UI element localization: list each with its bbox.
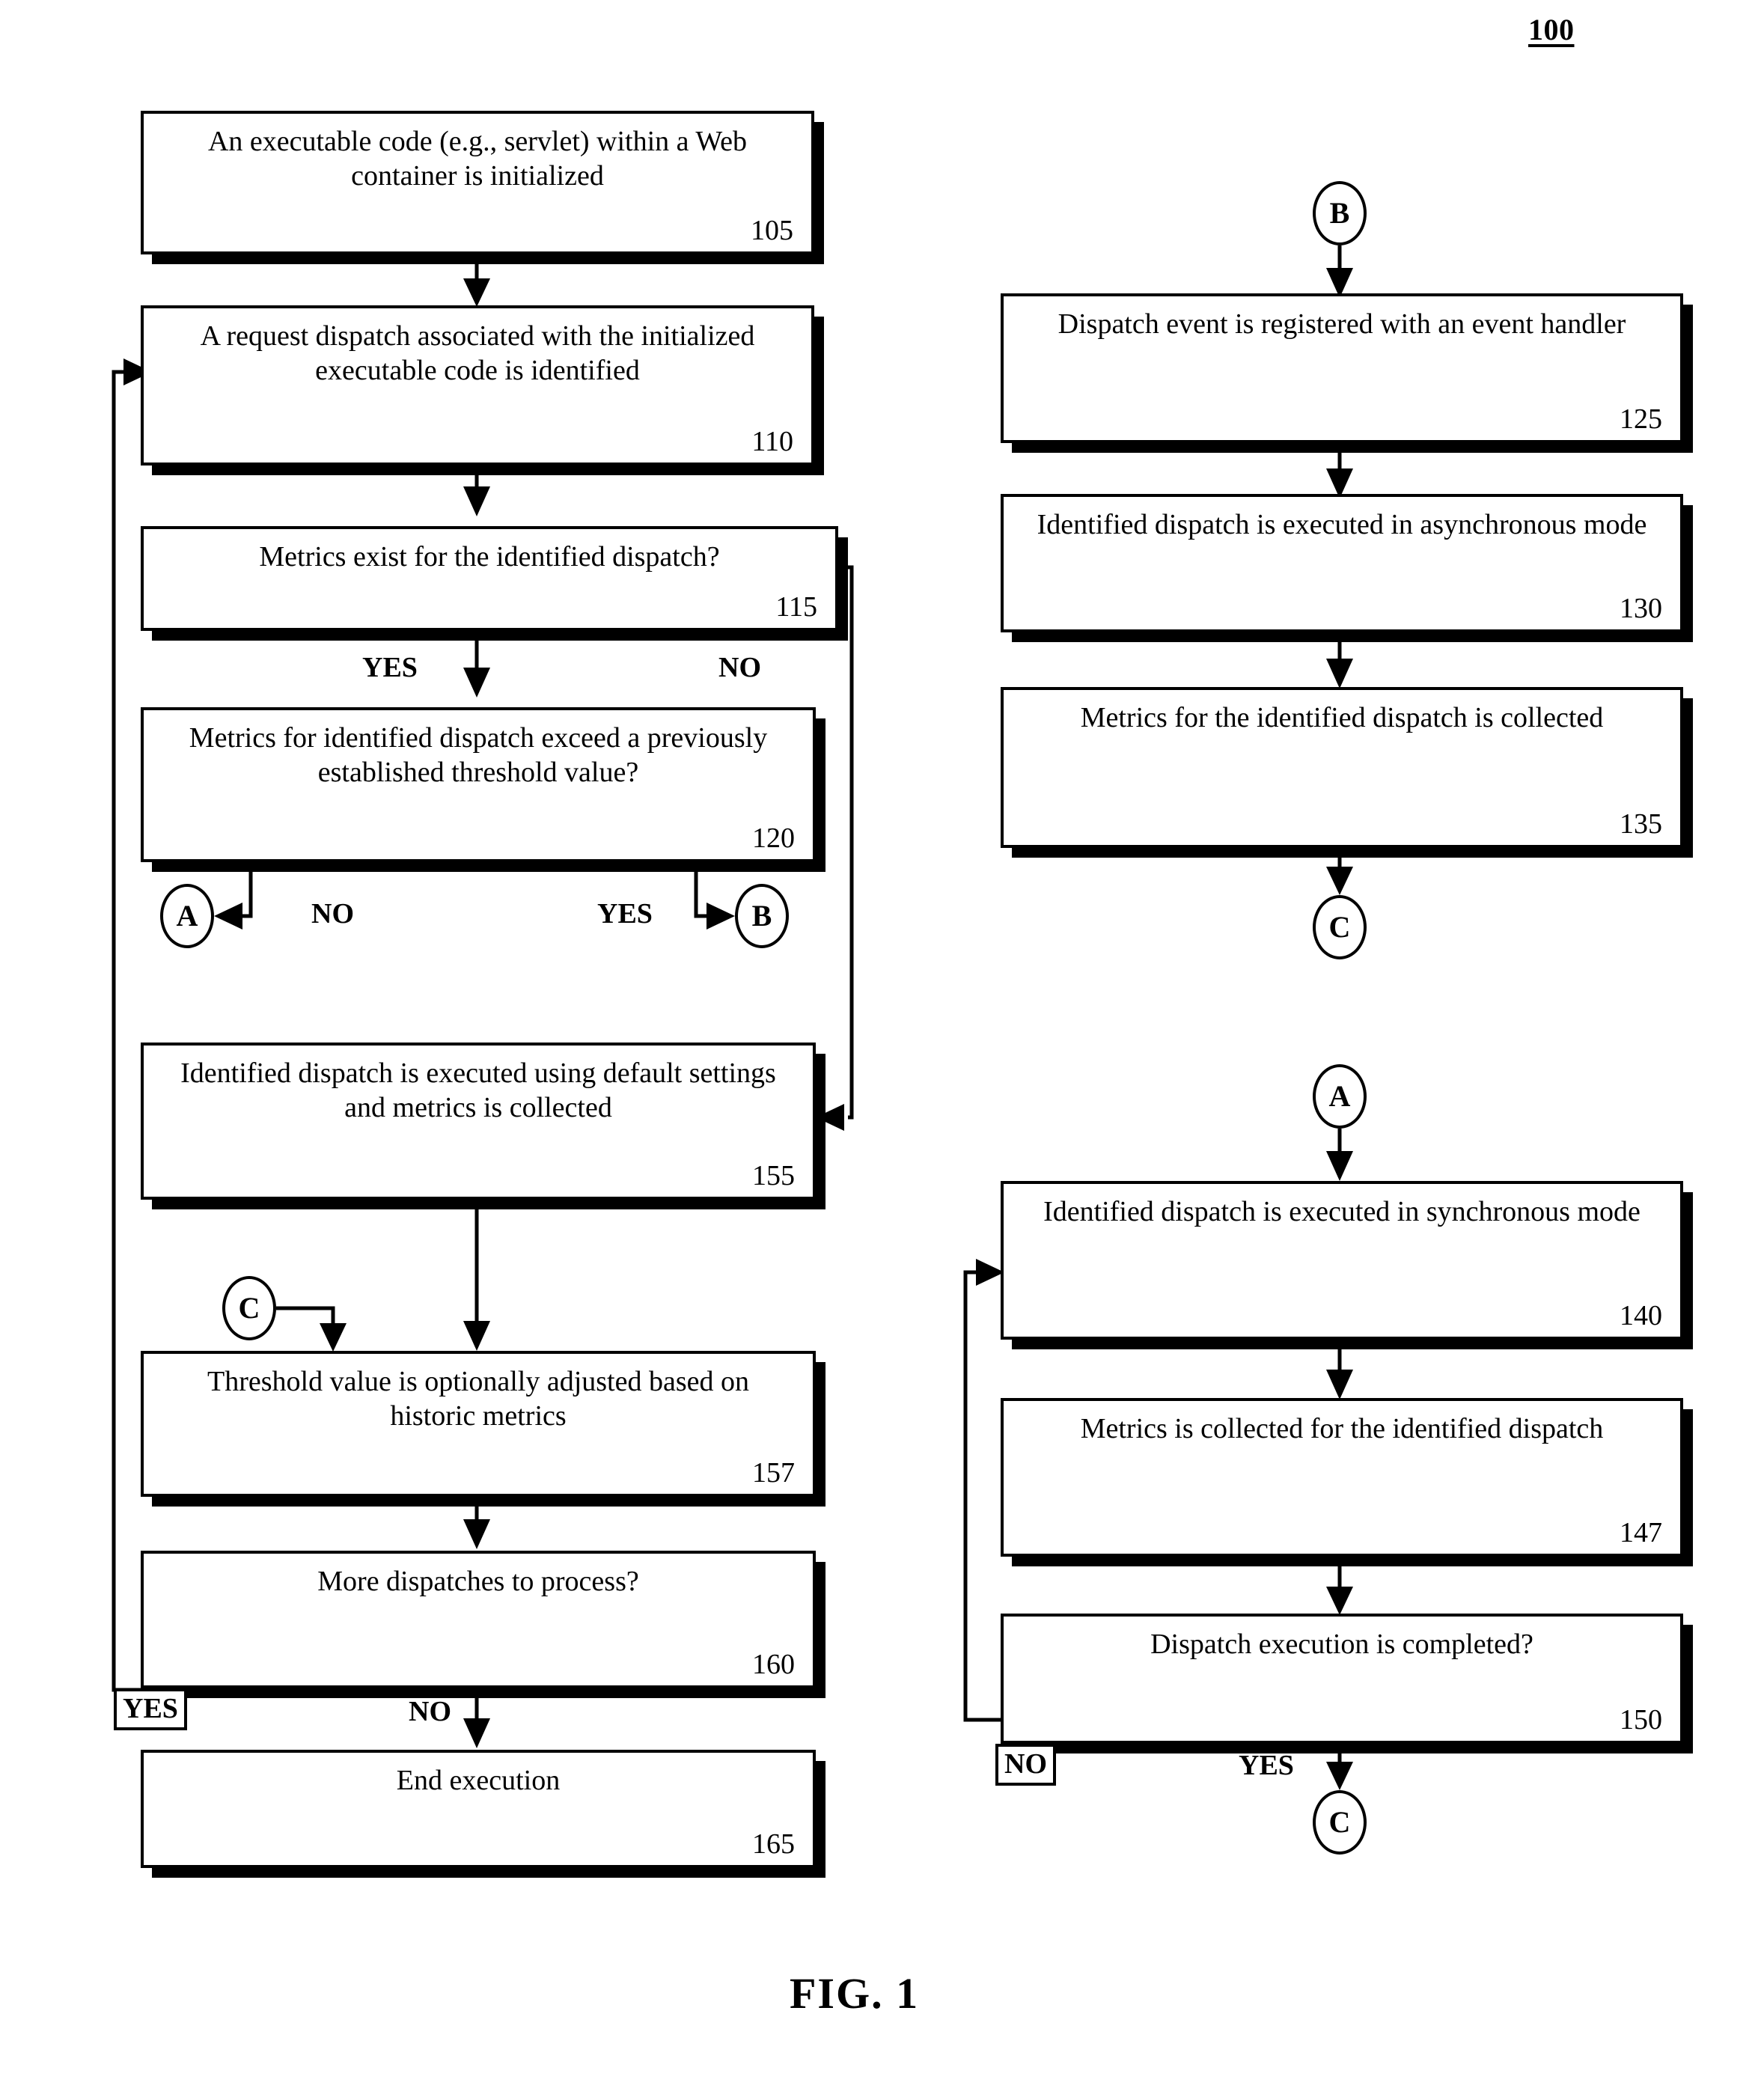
connector-b-top-right: B — [1313, 181, 1367, 245]
arrowhead-130-to-135 — [1326, 659, 1353, 689]
node-120: Metrics for identified dispatch exceed a… — [141, 707, 816, 862]
edge-label-120-no: NO — [311, 898, 354, 930]
connector-c-from-135-label: C — [1328, 910, 1351, 944]
node-150-number: 150 — [1620, 1704, 1662, 1736]
node-130-number: 130 — [1620, 593, 1662, 625]
node-135-text: Metrics for the identified dispatch is c… — [1080, 702, 1604, 733]
connector-c-into-157-label: C — [238, 1291, 260, 1325]
edge-label-150-yes: YES — [1239, 1750, 1294, 1781]
arrowhead-120-yes-to-b — [706, 903, 735, 930]
edge-115-no-to-155 — [840, 565, 854, 1120]
node-105: An executable code (e.g., servlet) withi… — [141, 111, 814, 254]
edge-label-115-no: NO — [718, 652, 761, 683]
connector-b-top-right-label: B — [1329, 196, 1350, 230]
edge-120-no-to-a — [232, 862, 253, 918]
patent-figure-1: 100 An executable code (e.g., servlet) w… — [0, 0, 1764, 2100]
arrowhead-c-to-157 — [320, 1323, 347, 1352]
node-160-text: More dispatches to process? — [317, 1566, 639, 1597]
node-150-text: Dispatch execution is completed? — [1150, 1629, 1533, 1660]
node-105-number: 105 — [751, 215, 793, 247]
connector-c-from-150: C — [1313, 1790, 1367, 1855]
connector-c-from-150-label: C — [1328, 1805, 1351, 1839]
node-140-number: 140 — [1620, 1300, 1662, 1332]
node-157-number: 157 — [752, 1457, 795, 1489]
node-140: Identified dispatch is executed in synch… — [1001, 1181, 1683, 1340]
connector-a-from-120-label: A — [176, 899, 198, 933]
node-115-text: Metrics exist for the identified dispatc… — [259, 541, 720, 573]
edge-label-160-no: NO — [409, 1696, 451, 1727]
arrowhead-110-to-115 — [463, 486, 490, 516]
edge-label-120-yes: YES — [597, 898, 653, 930]
edge-label-115-yes: YES — [362, 652, 418, 683]
arrowhead-135-to-c — [1326, 867, 1353, 895]
edge-c-to-157 — [276, 1306, 335, 1334]
connector-a-into-140-label: A — [1328, 1079, 1351, 1113]
node-150: Dispatch execution is completed? 150 — [1001, 1614, 1683, 1744]
arrowhead-115-to-120 — [463, 668, 490, 698]
node-110: A request dispatch associated with the i… — [141, 305, 814, 466]
arrowhead-105-to-110 — [463, 278, 490, 307]
node-115: Metrics exist for the identified dispatc… — [141, 526, 838, 631]
node-165-number: 165 — [752, 1828, 795, 1861]
edge-label-160-yes: YES — [114, 1688, 187, 1730]
node-157: Threshold value is optionally adjusted b… — [141, 1351, 816, 1497]
node-155-text: Identified dispatch is executed using de… — [180, 1057, 776, 1124]
node-147-number: 147 — [1620, 1517, 1662, 1549]
node-125-number: 125 — [1620, 403, 1662, 436]
arrowhead-115-no-to-155 — [816, 1104, 844, 1131]
connector-b-from-120-label: B — [751, 899, 772, 933]
node-130-text: Identified dispatch is executed in async… — [1037, 509, 1647, 540]
arrowhead-140-to-147 — [1326, 1370, 1353, 1400]
node-120-text: Metrics for identified dispatch exceed a… — [189, 722, 768, 789]
node-120-number: 120 — [752, 822, 795, 855]
node-105-text: An executable code (e.g., servlet) withi… — [207, 126, 748, 192]
edge-label-150-no: NO — [995, 1744, 1056, 1786]
node-110-text: A request dispatch associated with the i… — [200, 320, 755, 387]
node-125-text: Dispatch event is registered with an eve… — [1058, 308, 1626, 340]
node-155-number: 155 — [752, 1160, 795, 1192]
arrowhead-160-to-165 — [463, 1718, 490, 1748]
node-160-number: 160 — [752, 1649, 795, 1681]
figure-caption: FIG. 1 — [790, 1969, 920, 2018]
arrowhead-150-yes-to-c — [1326, 1762, 1353, 1790]
edge-120-yes-to-b — [694, 862, 717, 918]
node-147: Metrics is collected for the identified … — [1001, 1398, 1683, 1557]
figure-number: 100 — [1528, 13, 1575, 46]
node-157-text: Threshold value is optionally adjusted b… — [207, 1366, 749, 1432]
node-165-text: End execution — [396, 1765, 561, 1796]
connector-a-from-120: A — [160, 884, 214, 948]
arrowhead-155-to-157 — [463, 1321, 490, 1351]
node-130: Identified dispatch is executed in async… — [1001, 494, 1683, 632]
node-165: End execution 165 — [141, 1750, 816, 1868]
connector-c-into-157: C — [222, 1276, 276, 1340]
edge-160-yes-to-110 — [112, 370, 144, 1718]
node-160: More dispatches to process? 160 — [141, 1551, 816, 1688]
arrowhead-147-to-150 — [1326, 1587, 1353, 1615]
node-110-number: 110 — [751, 426, 793, 458]
connector-b-from-120: B — [735, 884, 789, 948]
arrowhead-157-to-160 — [463, 1519, 490, 1549]
node-135-number: 135 — [1620, 808, 1662, 840]
node-155: Identified dispatch is executed using de… — [141, 1043, 816, 1200]
node-140-text: Identified dispatch is executed in synch… — [1043, 1196, 1641, 1227]
arrowhead-a-to-140 — [1326, 1151, 1353, 1181]
node-125: Dispatch event is registered with an eve… — [1001, 293, 1683, 443]
connector-c-from-135: C — [1313, 895, 1367, 959]
node-115-number: 115 — [775, 591, 817, 623]
node-135: Metrics for the identified dispatch is c… — [1001, 687, 1683, 848]
node-147-text: Metrics is collected for the identified … — [1080, 1413, 1604, 1444]
arrowhead-120-no-to-a — [214, 903, 242, 930]
connector-a-into-140: A — [1313, 1064, 1367, 1129]
